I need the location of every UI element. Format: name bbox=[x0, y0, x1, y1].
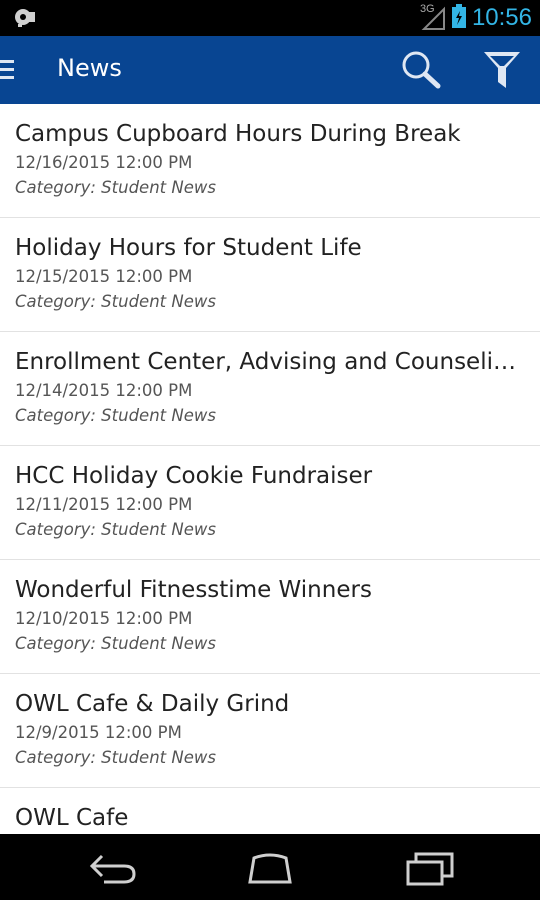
recent-apps-icon bbox=[406, 852, 454, 886]
list-item[interactable]: HCC Holiday Cookie Fundraiser 12/11/2015… bbox=[0, 446, 540, 560]
filter-icon bbox=[484, 52, 520, 88]
home-button[interactable] bbox=[240, 848, 300, 888]
clock: 10:56 bbox=[471, 4, 532, 31]
battery-icon bbox=[451, 4, 466, 32]
news-title: HCC Holiday Cookie Fundraiser bbox=[15, 463, 373, 489]
news-date: 12/16/2015 12:00 PM bbox=[15, 153, 193, 172]
filter-button[interactable] bbox=[482, 50, 522, 90]
app-bar: News bbox=[0, 36, 540, 104]
list-item[interactable]: Campus Cupboard Hours During Break 12/16… bbox=[0, 104, 540, 218]
notification-icon bbox=[12, 6, 38, 30]
list-item[interactable]: Enrollment Center, Advising and Counseli… bbox=[0, 332, 540, 446]
recent-apps-button[interactable] bbox=[400, 848, 460, 888]
list-item[interactable]: OWL Cafe bbox=[0, 788, 540, 834]
news-date: 12/14/2015 12:00 PM bbox=[15, 381, 193, 400]
status-bar: 3G 10:56 bbox=[0, 0, 540, 36]
news-category: Category: Student News bbox=[15, 634, 216, 653]
news-title: Wonderful Fitnesstime Winners bbox=[15, 577, 372, 603]
news-category: Category: Student News bbox=[15, 292, 216, 311]
list-item[interactable]: Wonderful Fitnesstime Winners 12/10/2015… bbox=[0, 560, 540, 674]
navigation-bar bbox=[0, 834, 540, 900]
news-title: OWL Cafe bbox=[15, 805, 129, 831]
home-icon bbox=[248, 853, 292, 884]
signal-icon: 3G bbox=[420, 3, 446, 31]
news-title: Enrollment Center, Advising and Counseli… bbox=[15, 349, 523, 375]
search-button[interactable] bbox=[400, 50, 444, 90]
news-date: 12/10/2015 12:00 PM bbox=[15, 609, 193, 628]
news-category: Category: Student News bbox=[15, 406, 216, 425]
back-button[interactable] bbox=[84, 848, 144, 888]
list-item[interactable]: OWL Cafe & Daily Grind 12/9/2015 12:00 P… bbox=[0, 674, 540, 788]
news-title: Campus Cupboard Hours During Break bbox=[15, 121, 461, 147]
news-title: OWL Cafe & Daily Grind bbox=[15, 691, 290, 717]
news-category: Category: Student News bbox=[15, 178, 216, 197]
news-category: Category: Student News bbox=[15, 520, 216, 539]
news-list: Campus Cupboard Hours During Break 12/16… bbox=[0, 104, 540, 834]
news-date: 12/9/2015 12:00 PM bbox=[15, 723, 182, 742]
menu-icon[interactable] bbox=[0, 58, 18, 82]
news-title: Holiday Hours for Student Life bbox=[15, 235, 362, 261]
news-date: 12/11/2015 12:00 PM bbox=[15, 495, 193, 514]
back-icon bbox=[89, 854, 136, 884]
list-item[interactable]: Holiday Hours for Student Life 12/15/201… bbox=[0, 218, 540, 332]
search-icon bbox=[402, 51, 441, 89]
news-category: Category: Student News bbox=[15, 748, 216, 767]
news-date: 12/15/2015 12:00 PM bbox=[15, 267, 193, 286]
page-title: News bbox=[57, 54, 122, 82]
